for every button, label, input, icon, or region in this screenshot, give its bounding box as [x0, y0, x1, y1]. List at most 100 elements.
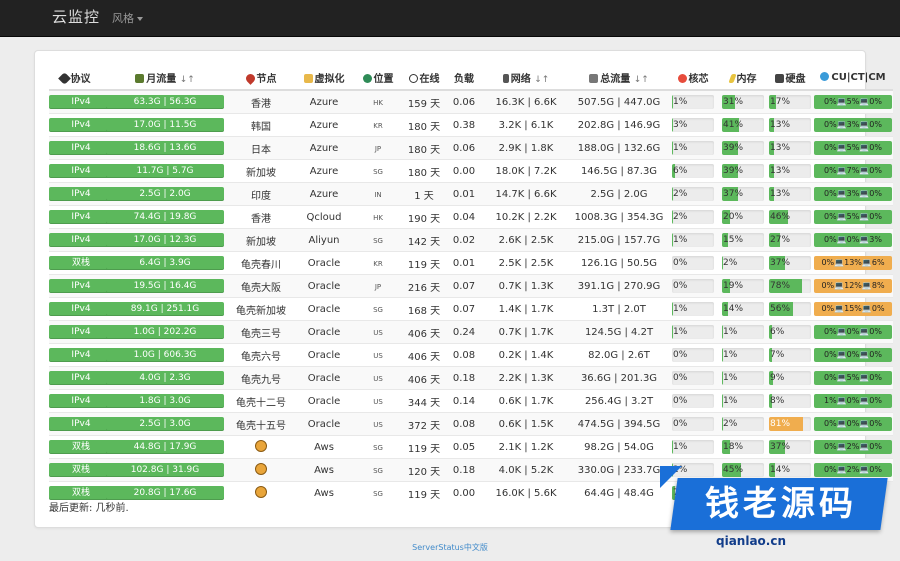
location: JP: [355, 274, 401, 298]
cpu-cell: 0%: [667, 274, 719, 298]
online-time: 180 天: [401, 159, 447, 183]
month-traffic-badge: 17.0G | 11.5G: [106, 118, 224, 132]
mem-bar: 2%: [722, 256, 764, 270]
mem-cell: 37%: [719, 182, 767, 206]
load: 0.24: [447, 320, 481, 344]
cpu-value: 1%: [673, 442, 688, 452]
load: 0.06: [447, 89, 481, 114]
node-name: 韩国: [229, 113, 293, 137]
disk-bar: 37%: [769, 256, 811, 270]
mem-bar: 39%: [722, 164, 764, 178]
online-time: 406 天: [401, 366, 447, 390]
mem-cell: 41%: [719, 113, 767, 137]
mem-cell: 1%: [719, 389, 767, 413]
mem-value: 18%: [723, 442, 744, 452]
online-time: 180 天: [401, 136, 447, 160]
online-time: 406 天: [401, 320, 447, 344]
col-memory: 内存: [719, 65, 767, 91]
table-row: IPv4 4.0G | 2.3G 龟壳九号 Oracle US 406 天 0.18 2.2K…: [49, 366, 893, 390]
mem-bar: 41%: [722, 118, 764, 132]
virtualization: Oracle: [293, 297, 355, 321]
node-name: [229, 481, 293, 504]
cpu-bar: 1%: [672, 141, 714, 155]
cpu-bar: 0%: [672, 394, 714, 408]
mem-value: 15%: [723, 235, 744, 245]
brand-title[interactable]: 云监控: [52, 6, 100, 27]
disk-value: 78%: [770, 281, 791, 291]
total-traffic: 36.6G | 201.3G: [571, 366, 667, 390]
node-name: 龟壳大阪: [229, 274, 293, 298]
network: 2.1K | 1.2K: [481, 435, 571, 459]
load: 0.06: [447, 136, 481, 160]
mem-cell: 18%: [719, 435, 767, 459]
network: 0.2K | 1.4K: [481, 343, 571, 367]
target-icon: [677, 73, 687, 83]
disk-value: 17%: [770, 97, 791, 107]
online-time: 159 天: [401, 89, 447, 114]
virtualization: Azure: [293, 113, 355, 137]
cpu-cell: 1%: [667, 320, 719, 344]
month-traffic-badge: 1.8G | 3.0G: [106, 394, 224, 408]
cpu-value: 6%: [673, 166, 688, 176]
cpu-cell: 2%: [667, 182, 719, 206]
disk-value: 8%: [770, 396, 785, 406]
signal-icon: [820, 71, 830, 81]
total-traffic: 391.1G | 270.9G: [571, 274, 667, 298]
disk-bar: 46%: [769, 210, 811, 224]
cpu-bar: 0%: [672, 256, 714, 270]
table-header-row: 协议 月流量 ↓↑ 节点 虚拟化 位置 在线 负载 网络 ↓↑ 总流量 ↓↑ 核…: [49, 65, 893, 91]
cm-cell: 0%💻15%💻0%: [813, 297, 893, 321]
cm-badge: 0%💻15%💻0%: [814, 302, 892, 316]
watermark-text: 钱老源码: [705, 484, 857, 524]
disk-bar: 37%: [769, 440, 811, 454]
phone-icon: [502, 73, 509, 83]
load: 0.08: [447, 343, 481, 367]
col-network[interactable]: 网络 ↓↑: [481, 65, 571, 91]
load: 0.00: [447, 159, 481, 183]
mem-bar: 1%: [722, 394, 764, 408]
protocol-badge: IPv4: [49, 417, 113, 431]
sort-icon[interactable]: ↓↑: [534, 75, 549, 85]
mem-bar: 15%: [722, 233, 764, 247]
node-name: 新加坡: [229, 228, 293, 252]
protocol-badge: IPv4: [49, 371, 113, 385]
style-dropdown[interactable]: 风格: [112, 10, 143, 26]
disk-bar: 9%: [769, 371, 811, 385]
cm-badge: 0%💻3%💻0%: [814, 118, 892, 132]
location: US: [355, 343, 401, 367]
cpu-cell: 0%: [667, 366, 719, 390]
sort-icon[interactable]: ↓↑: [634, 75, 649, 85]
caret-down-icon: [137, 17, 143, 21]
col-node: 节点: [229, 65, 293, 91]
load: 0.01: [447, 182, 481, 206]
online-time: 119 天: [401, 251, 447, 275]
mem-cell: 31%: [719, 89, 767, 114]
online-time: 120 天: [401, 458, 447, 482]
month-traffic-badge: 17.0G | 12.3G: [106, 233, 224, 247]
mem-value: 1%: [723, 327, 738, 337]
network: 18.0K | 7.2K: [481, 159, 571, 183]
virtualization: Azure: [293, 89, 355, 114]
online-time: 119 天: [401, 435, 447, 459]
table-row: 双栈 44.8G | 17.9G Aws SG 119 天 0.05 2.1K | 1.2K…: [49, 435, 893, 459]
globe-icon: [362, 73, 372, 83]
month-traffic-badge: 19.5G | 16.4G: [106, 279, 224, 293]
col-total-traffic[interactable]: 总流量 ↓↑: [571, 65, 667, 91]
disk-value: 6%: [770, 327, 785, 337]
location: HK: [355, 205, 401, 229]
sort-icon[interactable]: ↓↑: [180, 75, 195, 85]
cpu-bar: 3%: [672, 118, 714, 132]
folder-icon: [303, 73, 313, 83]
mem-cell: 14%: [719, 297, 767, 321]
total-traffic: 124.5G | 4.2T: [571, 320, 667, 344]
network: 16.3K | 6.6K: [481, 89, 571, 114]
col-virtualization: 虚拟化: [293, 65, 355, 91]
col-month-traffic[interactable]: 月流量 ↓↑: [101, 65, 229, 91]
virtualization: Aws: [293, 458, 355, 482]
document-icon: [589, 73, 599, 83]
total-traffic: 215.0G | 157.7G: [571, 228, 667, 252]
mem-cell: 20%: [719, 205, 767, 229]
col-cm: CU|CT|CM: [813, 65, 893, 91]
protocol-badge: IPv4: [49, 95, 113, 109]
cpu-value: 3%: [673, 120, 688, 130]
